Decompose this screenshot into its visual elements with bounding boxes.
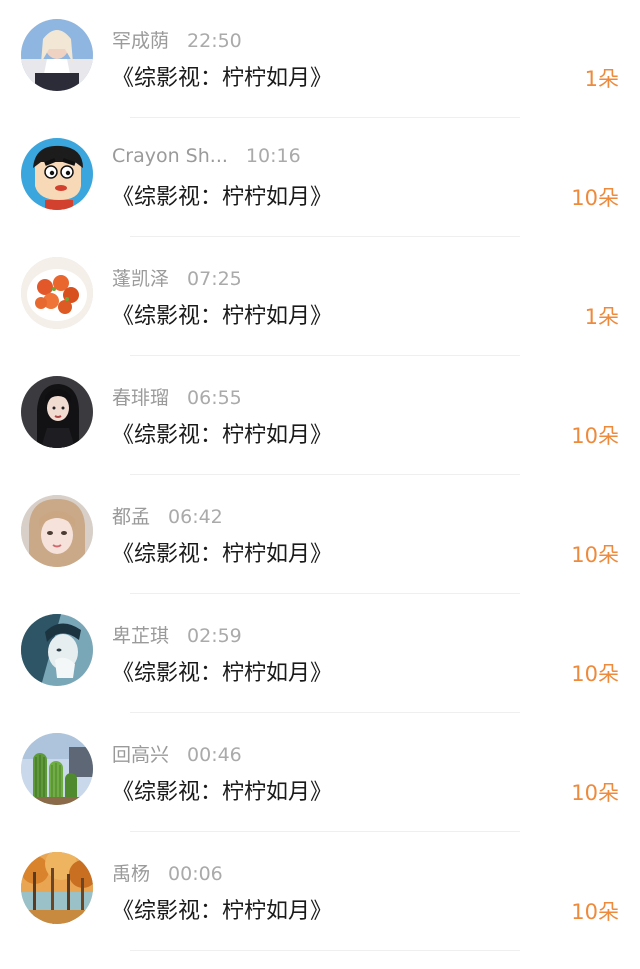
timestamp: 00:06 (168, 863, 223, 885)
food-dish-avatar-icon (21, 257, 93, 329)
selfie-avatar-icon (21, 495, 93, 567)
user-name[interactable]: 蓬凯泽 (112, 264, 169, 291)
list-item[interactable]: 春琲瑠 06:55 《综影视：柠柠如月》 10朵 (0, 357, 640, 476)
row-divider (130, 474, 520, 475)
user-name[interactable]: 罕成荫 (112, 26, 169, 53)
message-meta: 春琲瑠 06:55 (112, 383, 242, 410)
timestamp: 00:46 (187, 744, 242, 766)
message-meta: 卑芷琪 02:59 (112, 621, 242, 648)
avatar[interactable] (21, 852, 93, 924)
message-meta: Crayon Sh... 10:16 (112, 145, 301, 167)
blue-portrait-avatar-icon (21, 614, 93, 686)
gift-count: 10朵 (571, 662, 619, 686)
avatar[interactable] (21, 257, 93, 329)
gift-count: 10朵 (571, 543, 619, 567)
list-item[interactable]: 都孟 06:42 《综影视：柠柠如月》 10朵 (0, 476, 640, 595)
book-title[interactable]: 《综影视：柠柠如月》 (112, 298, 332, 330)
timestamp: 06:42 (168, 506, 223, 528)
row-divider (130, 831, 520, 832)
avatar[interactable] (21, 733, 93, 805)
list-item[interactable]: 卑芷琪 02:59 《综影视：柠柠如月》 10朵 (0, 595, 640, 714)
gift-message-list: 罕成荫 22:50 《综影视：柠柠如月》 1朵 Crayon Sh... 10:… (0, 0, 640, 969)
user-name[interactable]: 禹杨 (112, 859, 150, 886)
message-meta: 禹杨 00:06 (112, 859, 223, 886)
gift-count: 1朵 (584, 67, 619, 91)
message-meta: 蓬凯泽 07:25 (112, 264, 242, 291)
book-title[interactable]: 《综影视：柠柠如月》 (112, 417, 332, 449)
avatar[interactable] (21, 19, 93, 91)
gift-count: 1朵 (584, 305, 619, 329)
timestamp: 10:16 (245, 145, 301, 167)
row-divider (130, 950, 520, 951)
user-name[interactable]: 回高兴 (112, 740, 169, 767)
autumn-forest-avatar-icon (21, 852, 93, 924)
book-title[interactable]: 《综影视：柠柠如月》 (112, 179, 332, 211)
timestamp: 06:55 (187, 387, 242, 409)
gift-count: 10朵 (571, 186, 619, 210)
list-item[interactable]: 蓬凯泽 07:25 《综影视：柠柠如月》 1朵 (0, 238, 640, 357)
row-divider (130, 236, 520, 237)
cactus-avatar-icon (21, 733, 93, 805)
book-title[interactable]: 《综影视：柠柠如月》 (112, 536, 332, 568)
list-item[interactable]: 禹杨 00:06 《综影视：柠柠如月》 10朵 (0, 833, 640, 952)
book-title[interactable]: 《综影视：柠柠如月》 (112, 655, 332, 687)
row-divider (130, 712, 520, 713)
book-title[interactable]: 《综影视：柠柠如月》 (112, 60, 332, 92)
timestamp: 02:59 (187, 625, 242, 647)
avatar[interactable] (21, 614, 93, 686)
message-meta: 罕成荫 22:50 (112, 26, 242, 53)
message-meta: 都孟 06:42 (112, 502, 223, 529)
gift-count: 10朵 (571, 424, 619, 448)
avatar[interactable] (21, 376, 93, 448)
user-name[interactable]: Crayon Sh... (112, 145, 228, 167)
user-name[interactable]: 春琲瑠 (112, 383, 169, 410)
avatar[interactable] (21, 138, 93, 210)
list-item[interactable]: 罕成荫 22:50 《综影视：柠柠如月》 1朵 (0, 0, 640, 119)
book-title[interactable]: 《综影视：柠柠如月》 (112, 774, 332, 806)
row-divider (130, 593, 520, 594)
avatar[interactable] (21, 495, 93, 567)
row-divider (130, 355, 520, 356)
list-item[interactable]: Crayon Sh... 10:16 《综影视：柠柠如月》 10朵 (0, 119, 640, 238)
timestamp: 07:25 (187, 268, 242, 290)
gift-count: 10朵 (571, 781, 619, 805)
gift-count: 10朵 (571, 900, 619, 924)
timestamp: 22:50 (187, 30, 242, 52)
girl-photo-avatar-icon (21, 19, 93, 91)
dark-portrait-avatar-icon (21, 376, 93, 448)
book-title[interactable]: 《综影视：柠柠如月》 (112, 893, 332, 925)
user-name[interactable]: 卑芷琪 (112, 621, 169, 648)
message-meta: 回高兴 00:46 (112, 740, 242, 767)
user-name[interactable]: 都孟 (112, 502, 150, 529)
cartoon-boy-avatar-icon (21, 138, 93, 210)
list-item[interactable]: 回高兴 00:46 《综影视：柠柠如月》 10朵 (0, 714, 640, 833)
row-divider (130, 117, 520, 118)
